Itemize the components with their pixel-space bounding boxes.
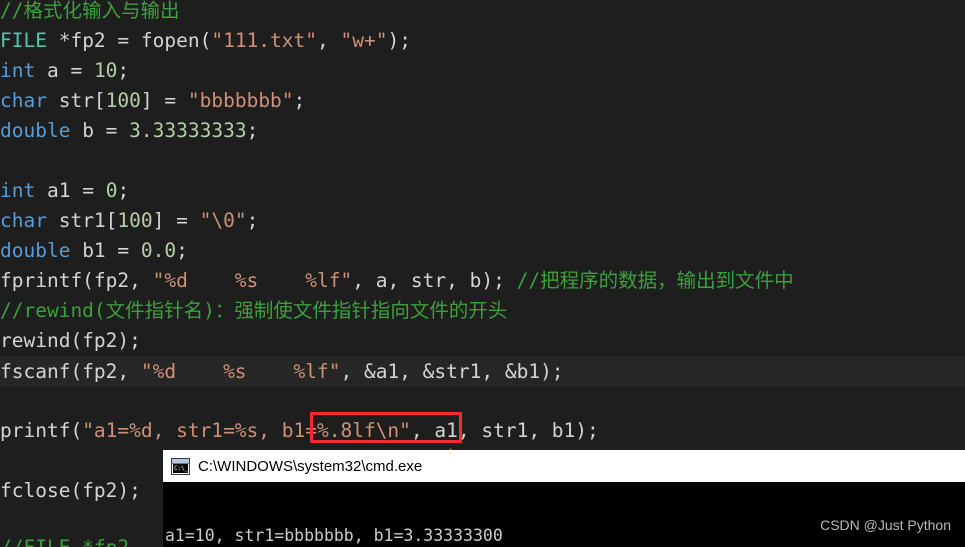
screenshot-root: //格式化输入与输出 FILE *fp2 = fopen("111.txt", "… xyxy=(0,0,965,547)
code-token: ] = xyxy=(152,209,200,232)
code-line[interactable]: //格式化输入与输出 xyxy=(0,0,965,26)
code-token: "w+" xyxy=(340,29,388,52)
code-token: str[ xyxy=(46,89,106,112)
code-token: //把程序的数据，输出到文件中 xyxy=(516,269,794,292)
code-token: *fp2 = fopen( xyxy=(46,29,212,52)
code-token: //FILE *fp2 xyxy=(0,536,129,547)
code-token: 0.0 xyxy=(140,239,177,262)
code-token: fclose(fp2); xyxy=(0,479,141,502)
code-token: //rewind(文件指针名)：强制使文件指针指向文件的开头 xyxy=(0,299,508,322)
code-token: "a1=%d, str1=%s, b1=%.8lf\n" xyxy=(82,419,411,442)
code-token: 0 xyxy=(105,179,118,202)
code-token: printf( xyxy=(0,419,83,442)
code-token: int xyxy=(0,59,36,82)
code-token: 100 xyxy=(117,209,153,232)
code-line[interactable]: rewind(fp2); xyxy=(0,326,965,356)
code-token: a = xyxy=(35,59,94,82)
code-token: ] = xyxy=(140,89,188,112)
code-line[interactable]: double b1 = 0.0; xyxy=(0,236,965,266)
code-token: 10 xyxy=(93,59,118,82)
csdn-watermark: CSDN @Just Python xyxy=(820,517,951,533)
code-token: "%d %s %lf" xyxy=(140,360,341,383)
code-token: char xyxy=(0,89,47,112)
code-token: ; xyxy=(246,209,259,232)
cmd-output-area: a1=10, str1=bbbbbbb, b1=3.33333300 请按任意键… xyxy=(163,482,965,547)
code-token: str1[ xyxy=(46,209,118,232)
code-token: ; xyxy=(246,119,259,142)
code-token: "111.txt" xyxy=(211,29,318,52)
code-token: "%d %s %lf" xyxy=(152,269,353,292)
code-line[interactable]: int a1 = 0; xyxy=(0,176,965,206)
code-token: "bbbbbbb" xyxy=(187,89,294,112)
code-line[interactable] xyxy=(0,146,965,176)
code-token: b1 = xyxy=(70,239,141,262)
code-token: ; xyxy=(293,89,306,112)
code-line[interactable]: char str1[100] = "\0"; xyxy=(0,206,965,236)
code-line[interactable]: fscanf(fp2, "%d %s %lf", &a1, &str1, &b1… xyxy=(0,356,965,386)
code-token: , a, str, b); xyxy=(352,269,517,292)
cmd-icon: C:\_ xyxy=(171,457,190,475)
cmd-title-bar[interactable]: C:\_ C:\WINDOWS\system32\cmd.exe xyxy=(163,450,965,482)
code-token: 100 xyxy=(105,89,141,112)
code-token: , xyxy=(317,29,341,52)
cmd-window-title: C:\WINDOWS\system32\cmd.exe xyxy=(198,457,423,475)
code-line[interactable]: printf("a1=%d, str1=%s, b1=%.8lf\n", a1,… xyxy=(0,416,965,446)
code-token: //格式化输入与输出 xyxy=(0,0,180,22)
code-token: 3.33333333 xyxy=(129,119,247,142)
code-line[interactable]: FILE *fp2 = fopen("111.txt", "w+"); xyxy=(0,26,965,56)
code-token: ); xyxy=(387,29,411,52)
code-token: double xyxy=(0,239,71,262)
code-token: b = xyxy=(70,119,130,142)
code-line[interactable]: double b = 3.33333333; xyxy=(0,116,965,146)
code-token: fprintf(fp2, xyxy=(0,269,153,292)
code-token: "\0" xyxy=(199,209,247,232)
cmd-icon-glyph: C:\_ xyxy=(173,463,189,473)
code-token: FILE xyxy=(0,29,47,52)
code-line[interactable] xyxy=(0,386,965,416)
code-line[interactable]: //rewind(文件指针名)：强制使文件指针指向文件的开头 xyxy=(0,296,965,326)
code-token: , &a1, &str1, &b1); xyxy=(340,360,564,383)
code-line[interactable]: char str[100] = "bbbbbbb"; xyxy=(0,86,965,116)
code-line[interactable]: int a = 10; xyxy=(0,56,965,86)
code-line[interactable]: fprintf(fp2, "%d %s %lf", a, str, b); //… xyxy=(0,266,965,296)
code-token: ; xyxy=(176,239,188,262)
code-token: a1 = xyxy=(35,179,106,202)
code-token: char xyxy=(0,209,47,232)
code-token: , a1, str1, b1); xyxy=(410,419,599,442)
code-token: int xyxy=(0,179,36,202)
code-token: rewind(fp2); xyxy=(0,329,141,352)
code-token: ; xyxy=(117,59,130,82)
code-token: fscanf(fp2, xyxy=(0,360,141,383)
code-token: ; xyxy=(117,179,130,202)
code-token: double xyxy=(0,119,71,142)
